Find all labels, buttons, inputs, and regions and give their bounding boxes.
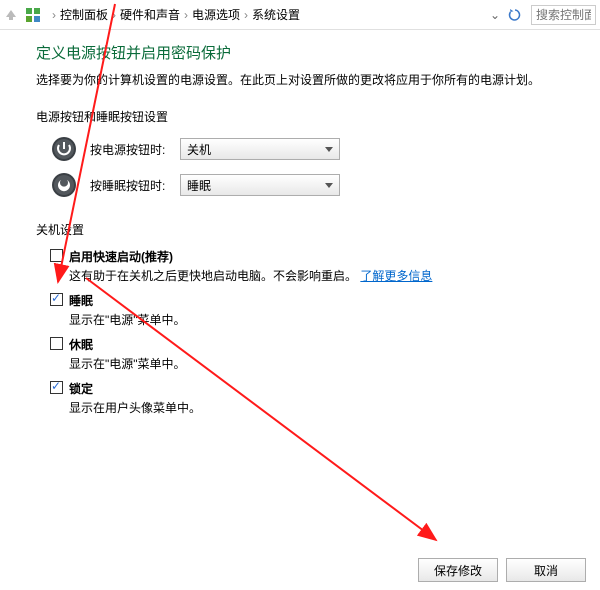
sleep-checkbox[interactable] bbox=[50, 293, 63, 306]
sleep-button-label: 按睡眠按钮时: bbox=[90, 177, 180, 194]
chevron-down-icon[interactable]: ⌄ bbox=[487, 8, 503, 22]
breadcrumb-item[interactable]: 系统设置 bbox=[252, 6, 300, 23]
page-subtitle: 选择要为你的计算机设置的电源设置。在此页上对设置所做的更改将应用于你所有的电源计… bbox=[36, 71, 570, 88]
sleep-option-label: 睡眠 bbox=[69, 292, 93, 309]
breadcrumb-item[interactable]: 控制面板 bbox=[60, 6, 108, 23]
power-icon bbox=[50, 135, 78, 163]
up-arrow-icon[interactable] bbox=[4, 8, 18, 22]
sleep-option-desc: 显示在"电源"菜单中。 bbox=[69, 311, 570, 328]
fast-startup-checkbox[interactable] bbox=[50, 249, 63, 262]
chevron-right-icon: › bbox=[244, 8, 248, 22]
fast-startup-desc: 这有助于在关机之后更快地启动电脑。不会影响重启。 了解更多信息 bbox=[69, 267, 570, 284]
breadcrumb-item[interactable]: 硬件和声音 bbox=[120, 6, 180, 23]
chevron-right-icon: › bbox=[52, 8, 56, 22]
sleep-button-row: 按睡眠按钮时: 睡眠 bbox=[50, 171, 570, 199]
hibernate-checkbox[interactable] bbox=[50, 337, 63, 350]
sleep-icon bbox=[50, 171, 78, 199]
chevron-right-icon: › bbox=[112, 8, 116, 22]
lock-option-label: 锁定 bbox=[69, 380, 93, 397]
lock-checkbox[interactable] bbox=[50, 381, 63, 394]
hibernate-option-label: 休眠 bbox=[69, 336, 93, 353]
lock-option-desc: 显示在用户头像菜单中。 bbox=[69, 399, 570, 416]
power-button-select[interactable]: 关机 bbox=[180, 138, 340, 160]
cancel-button[interactable]: 取消 bbox=[506, 558, 586, 582]
hibernate-option-desc: 显示在"电源"菜单中。 bbox=[69, 355, 570, 372]
page-title: 定义电源按钮并启用密码保护 bbox=[36, 42, 570, 63]
control-panel-icon bbox=[24, 6, 42, 24]
save-button[interactable]: 保存修改 bbox=[418, 558, 498, 582]
power-button-row: 按电源按钮时: 关机 bbox=[50, 135, 570, 163]
content-area: 定义电源按钮并启用密码保护 选择要为你的计算机设置的电源设置。在此页上对设置所做… bbox=[0, 30, 600, 416]
address-bar: › 控制面板 › 硬件和声音 › 电源选项 › 系统设置 ⌄ bbox=[0, 0, 600, 30]
footer-buttons: 保存修改 取消 bbox=[418, 558, 586, 582]
chevron-right-icon: › bbox=[184, 8, 188, 22]
search-input[interactable] bbox=[531, 5, 596, 25]
fast-startup-label: 启用快速启动(推荐) bbox=[69, 248, 173, 265]
learn-more-link[interactable]: 了解更多信息 bbox=[360, 269, 432, 283]
breadcrumb-item[interactable]: 电源选项 bbox=[192, 6, 240, 23]
shutdown-section-title: 关机设置 bbox=[36, 221, 570, 238]
refresh-icon[interactable] bbox=[507, 7, 523, 23]
button-section-title: 电源按钮和睡眠按钮设置 bbox=[36, 108, 570, 125]
sleep-button-select[interactable]: 睡眠 bbox=[180, 174, 340, 196]
power-button-label: 按电源按钮时: bbox=[90, 141, 180, 158]
